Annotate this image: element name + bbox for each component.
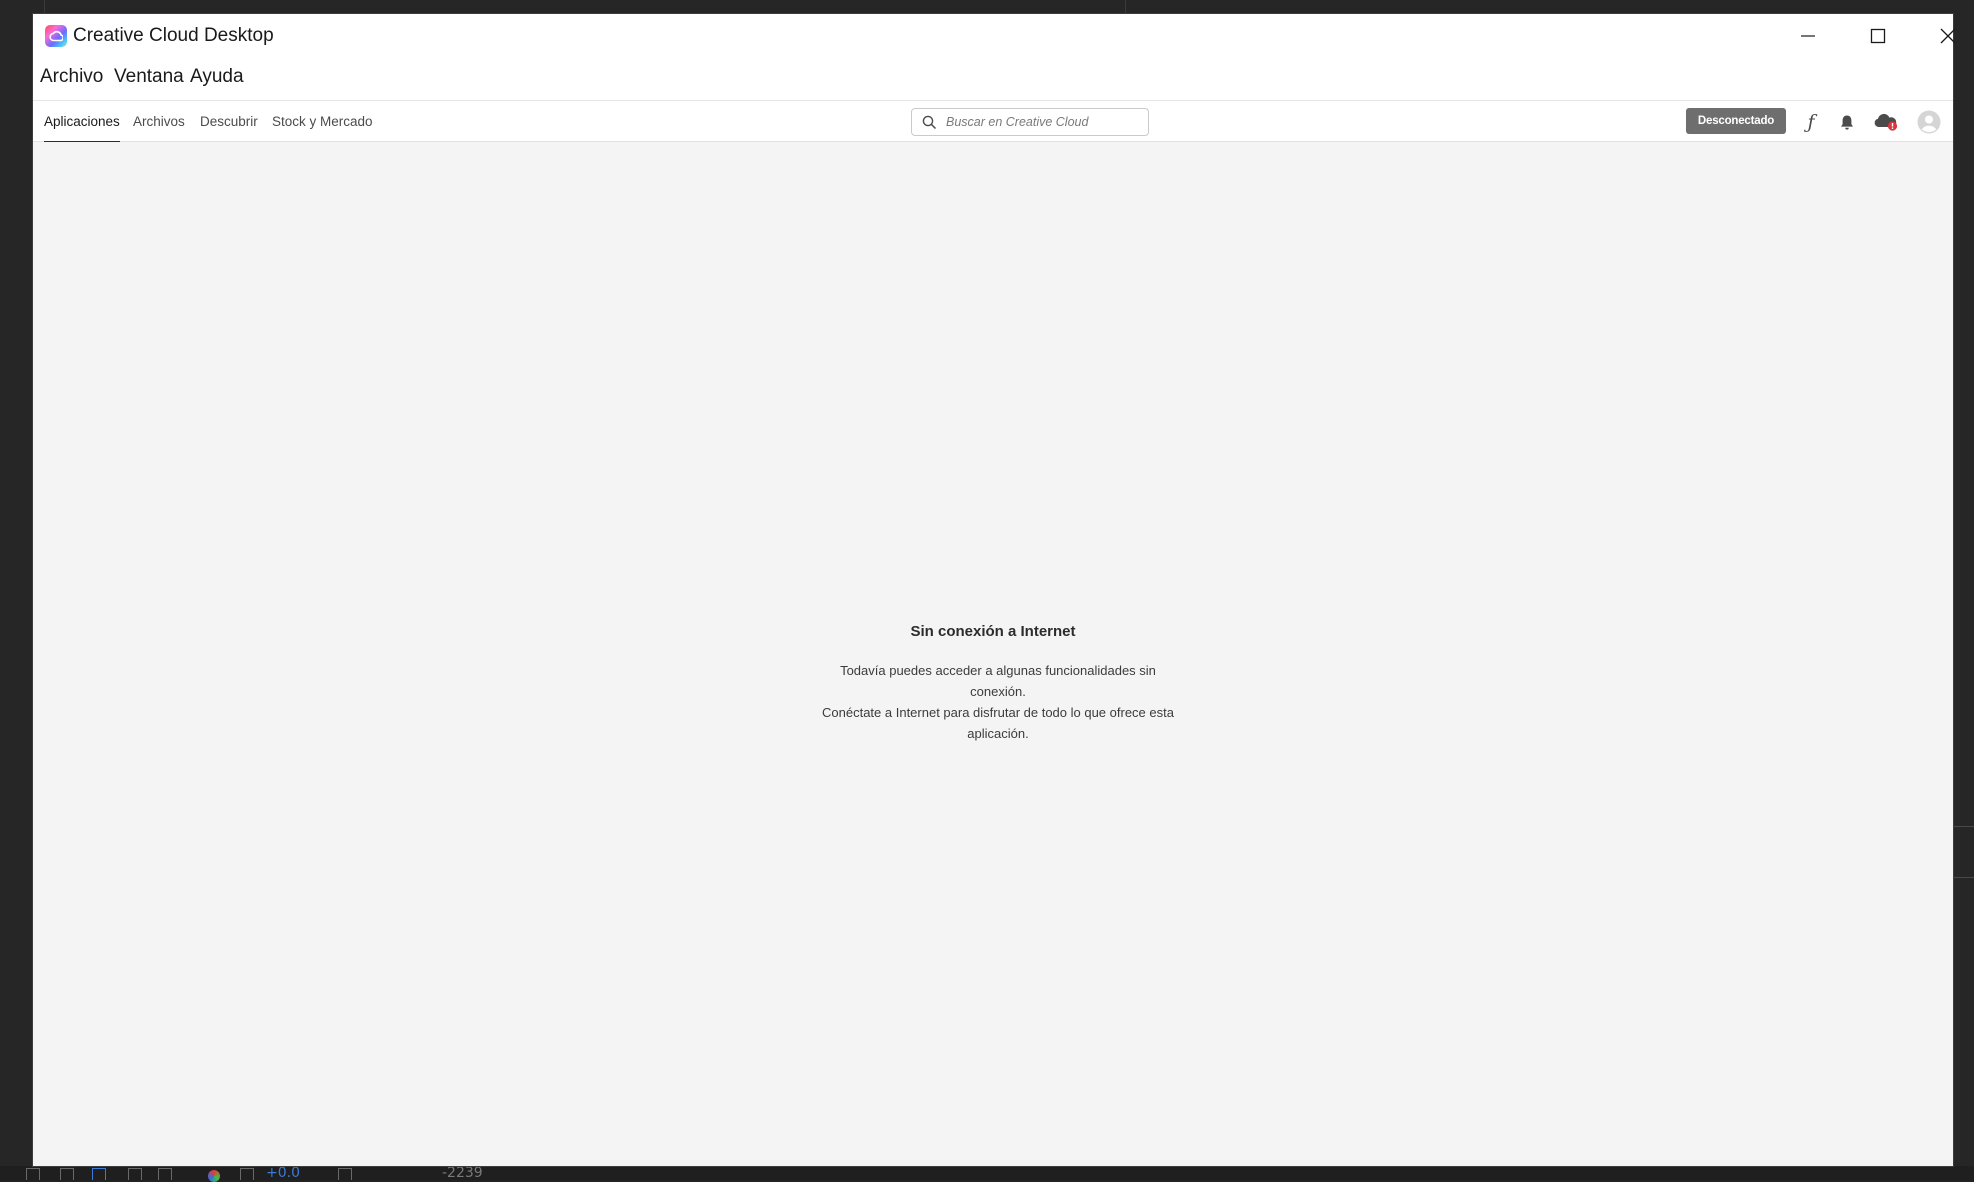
fonts-icon[interactable]: ƒ <box>1799 110 1823 134</box>
menu-bar: Archivo Ventana Ayuda <box>33 58 1953 100</box>
search-icon <box>922 115 937 130</box>
background-tool-icon <box>158 1168 172 1180</box>
background-divider <box>44 0 45 14</box>
background-value: +0.0 <box>266 1165 300 1181</box>
offline-message-line: Todavía puedes acceder a algunas funcion… <box>840 663 1156 699</box>
background-camera-icon <box>338 1168 352 1180</box>
background-tool-icon <box>60 1168 74 1180</box>
offline-message-line: aplicación. <box>967 726 1029 741</box>
background-value: -2239 <box>442 1165 483 1181</box>
bell-icon[interactable] <box>1835 110 1859 134</box>
menu-ventana[interactable]: Ventana <box>114 65 184 89</box>
background-color-icon <box>208 1170 220 1182</box>
tab-aplicaciones[interactable]: Aplicaciones <box>44 101 120 143</box>
window-title: Creative Cloud Desktop <box>73 25 274 46</box>
offline-message: Todavía puedes acceder a algunas funcion… <box>813 660 1183 744</box>
background-tool-icon <box>128 1168 142 1180</box>
user-avatar-icon[interactable] <box>1916 109 1942 135</box>
maximize-button[interactable] <box>1848 14 1908 58</box>
background-divider <box>1953 877 1974 878</box>
background-tool-icon <box>26 1168 40 1180</box>
maximize-icon <box>1870 28 1886 44</box>
minimize-icon <box>1801 35 1815 37</box>
navigation-bar: Aplicaciones Archivos Descubrir Stock y … <box>33 100 1953 143</box>
main-content: Sin conexión a Internet Todavía puedes a… <box>33 142 1953 1166</box>
creative-cloud-logo-icon <box>45 25 67 47</box>
background-divider <box>1953 826 1974 827</box>
offline-status-button[interactable]: Desconectado <box>1686 108 1786 134</box>
title-bar: Creative Cloud Desktop <box>33 14 1956 58</box>
search-box[interactable] <box>911 108 1149 136</box>
close-icon <box>1940 28 1956 44</box>
menu-archivo[interactable]: Archivo <box>40 65 103 89</box>
tab-archivos[interactable]: Archivos <box>133 101 185 142</box>
background-tool-icon <box>92 1168 106 1180</box>
minimize-button[interactable] <box>1778 14 1838 58</box>
offline-message-line: Conéctate a Internet para disfrutar de t… <box>822 705 1174 720</box>
close-button[interactable] <box>1918 14 1974 58</box>
offline-title: Sin conexión a Internet <box>910 623 1076 640</box>
search-input[interactable] <box>946 112 1142 132</box>
tab-stock-y-mercado[interactable]: Stock y Mercado <box>272 101 373 142</box>
creative-cloud-window: Creative Cloud Desktop Archivo Ventana A… <box>33 14 1956 1166</box>
tab-descubrir[interactable]: Descubrir <box>200 101 258 142</box>
background-right-panel <box>1953 0 1974 1180</box>
cloud-sync-error-icon[interactable] <box>1873 109 1899 135</box>
background-divider <box>1125 0 1126 14</box>
background-tool-icon <box>240 1168 254 1180</box>
menu-ayuda[interactable]: Ayuda <box>190 65 244 89</box>
